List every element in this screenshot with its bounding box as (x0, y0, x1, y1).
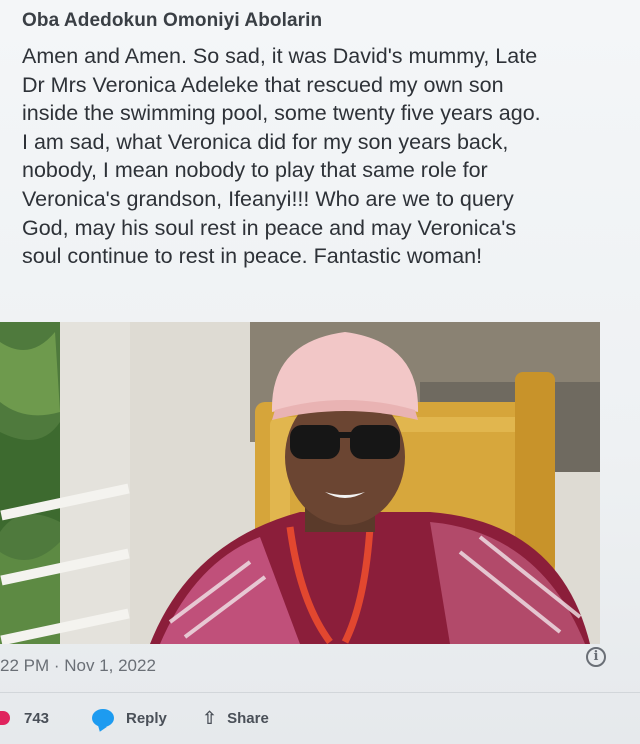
post-card: Oba Adedokun Omoniyi Abolarin Amen and A… (0, 0, 640, 744)
like-button[interactable]: 743 (0, 704, 49, 732)
reply-button[interactable]: Reply (92, 704, 167, 732)
share-label: Share (227, 709, 269, 727)
post-text-line: nobody, I mean nobody to play that same … (22, 158, 488, 183)
info-icon[interactable]: i (586, 647, 606, 667)
reply-label: Reply (126, 709, 167, 727)
share-arrow-icon: ⇧ (202, 707, 218, 728)
post-timestamp[interactable]: 22 PM · Nov 1, 2022 (0, 656, 156, 676)
post-photo[interactable] (0, 322, 600, 644)
post-text-line: Amen and Amen. So sad, it was David's mu… (22, 44, 538, 68)
post-text-line: God, may his soul rest in peace and may … (22, 215, 517, 240)
heart-icon (0, 711, 10, 725)
divider (0, 692, 640, 693)
post-text-line: Dr Mrs Veronica Adeleke that rescued my … (22, 72, 504, 97)
post-text: Amen and Amen. So sad, it was David's mu… (22, 42, 622, 271)
post-photo-image (0, 322, 600, 644)
post-text-line: inside the swimming pool, some twenty fi… (22, 101, 541, 126)
post-text-line: I am sad, what Veronica did for my son y… (22, 129, 509, 154)
post-actions: 743 Reply ⇧ Share (0, 704, 640, 732)
post-text-line: soul continue to rest in peace. Fantasti… (22, 244, 483, 269)
share-button[interactable]: ⇧ Share (202, 704, 269, 732)
like-count: 743 (24, 709, 50, 727)
speech-bubble-icon (92, 709, 114, 727)
post-text-line: Veronica's grandson, Ifeanyi!!! Who are … (22, 186, 514, 211)
post-author[interactable]: Oba Adedokun Omoniyi Abolarin (22, 10, 322, 32)
